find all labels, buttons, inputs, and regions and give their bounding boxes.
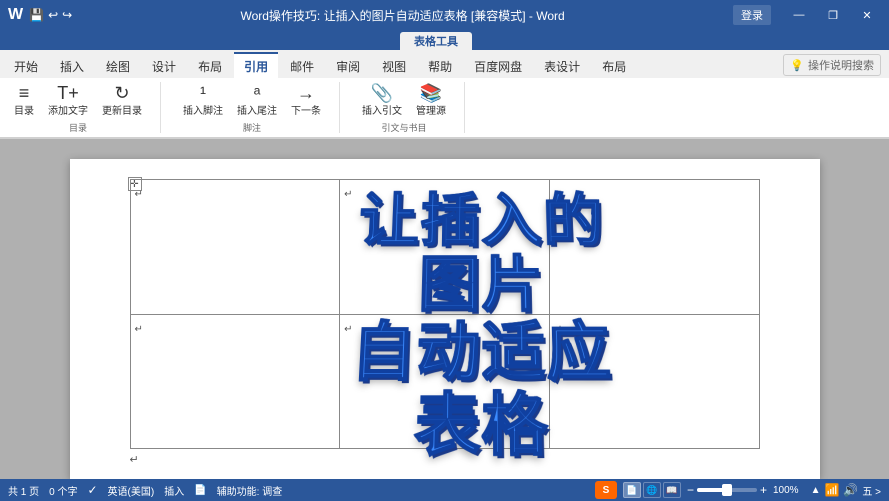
paragraph-mark: ↵ xyxy=(344,189,352,200)
tab-help[interactable]: 帮助 xyxy=(418,52,462,78)
insert-mode-indicator[interactable]: 插入 xyxy=(164,483,184,498)
tab-references[interactable]: 引用 xyxy=(234,52,278,78)
add-text-icon: T+ xyxy=(57,84,79,102)
table-cell-1-2[interactable]: ↵ xyxy=(549,314,759,449)
paragraph-mark: ↵ xyxy=(554,189,562,200)
search-lightbulb-icon: 💡 xyxy=(790,59,804,72)
arrow-up-icon[interactable]: ▲ xyxy=(811,485,821,496)
title-bar-left: W 💾 ↩ ↪ xyxy=(8,6,72,24)
zoom-out-button[interactable]: − xyxy=(687,483,694,497)
page-count: 共 1 页 xyxy=(8,483,39,498)
insert-endnote-button[interactable]: ᵃ 插入尾注 xyxy=(231,82,283,119)
document-page: ✛ ↵ ↵ ↵ ↵ ↵ ↵ ↵ 让插入的图片自动适应表格 xyxy=(70,159,820,479)
read-mode-button[interactable]: 📖 xyxy=(663,482,681,498)
table-cell-0-2[interactable]: ↵ xyxy=(549,180,759,315)
title-bar: W 💾 ↩ ↪ Word操作技巧: 让插入的图片自动适应表格 [兼容模式] - … xyxy=(0,0,889,30)
quick-access-toolbar: 💾 ↩ ↪ xyxy=(29,8,72,22)
restore-button[interactable]: ❐ xyxy=(819,5,847,25)
zoom-level-label[interactable]: 100% xyxy=(773,485,799,496)
tab-baidu[interactable]: 百度网盘 xyxy=(464,52,532,78)
tab-layout[interactable]: 布局 xyxy=(188,52,232,78)
wifi-icon[interactable]: 📶 xyxy=(824,483,839,497)
table-cell-0-1[interactable]: ↵ xyxy=(340,180,550,315)
app-logo-icon: W xyxy=(8,6,23,24)
ribbon-group-toc: ≡ 目录 T+ 添加文字 ↻ 更新目录 目录 xyxy=(8,82,161,133)
sources-icon: 📚 xyxy=(420,84,442,102)
manage-sources-button[interactable]: 📚 管理源 xyxy=(410,82,452,119)
tab-draw[interactable]: 绘图 xyxy=(96,52,140,78)
print-layout-button[interactable]: 📄 xyxy=(623,482,641,498)
paragraph-mark: ↵ xyxy=(135,324,143,335)
ribbon: 开始 插入 绘图 设计 布局 引用 邮件 审阅 视图 帮助 百度网盘 表设计 布… xyxy=(0,50,889,139)
add-text-button[interactable]: T+ 添加文字 xyxy=(42,82,94,119)
context-tab-table-tools[interactable]: 表格工具 xyxy=(400,32,472,50)
volume-icon[interactable]: 🔊 xyxy=(843,483,858,497)
toc-group-label: 目录 xyxy=(69,121,87,134)
tab-home[interactable]: 开始 xyxy=(4,52,48,78)
doc-paragraph-mark: ↵ xyxy=(130,453,760,466)
zoom-in-button[interactable]: + xyxy=(760,483,767,497)
status-bar: 共 1 页 0 个字 ✓ 英语(美国) 插入 📄 辅助功能: 调查 S 📄 🌐 … xyxy=(0,479,889,501)
sogou-input-icon[interactable]: S xyxy=(595,481,617,499)
tab-review[interactable]: 审阅 xyxy=(326,52,370,78)
toc-button[interactable]: ≡ 目录 xyxy=(8,82,40,119)
update-toc-button[interactable]: ↻ 更新目录 xyxy=(96,82,148,119)
accessibility-label[interactable]: 辅助功能: 调查 xyxy=(217,483,283,498)
language-indicator[interactable]: 英语(美国) xyxy=(108,483,155,498)
search-label: 操作说明搜索 xyxy=(808,57,874,73)
window-title: Word操作技巧: 让插入的图片自动适应表格 [兼容模式] - Word xyxy=(72,7,733,24)
paragraph-mark: ↵ xyxy=(554,324,562,335)
next-footnote-icon: → xyxy=(297,84,315,102)
table-cell-1-0[interactable]: ↵ xyxy=(130,314,340,449)
citation-icon: 📎 xyxy=(371,84,393,102)
document-area: ✛ ↵ ↵ ↵ ↵ ↵ ↵ ↵ 让插入的图片自动适应表格 xyxy=(0,139,889,479)
ribbon-tab-list: 开始 插入 绘图 设计 布局 引用 邮件 审阅 视图 帮助 百度网盘 表设计 布… xyxy=(0,50,889,78)
tab-mailings[interactable]: 邮件 xyxy=(280,52,324,78)
word-table: ↵ ↵ ↵ ↵ ↵ ↵ xyxy=(130,179,760,449)
close-button[interactable]: ✕ xyxy=(853,5,881,25)
view-mode-buttons: 📄 🌐 📖 xyxy=(623,482,681,498)
clock: 五 > xyxy=(862,483,881,498)
toc-icon: ≡ xyxy=(19,84,30,102)
ribbon-group-footnotes: ¹ 插入脚注 ᵃ 插入尾注 → 下一条 脚注 xyxy=(177,82,340,133)
table-cell-1-1[interactable]: ↵ xyxy=(340,314,550,449)
tab-insert[interactable]: 插入 xyxy=(50,52,94,78)
undo-icon[interactable]: ↩ xyxy=(48,8,58,22)
zoom-bar xyxy=(697,488,757,492)
status-bar-right: S 📄 🌐 📖 − + 100% ▲ 📶 🔊 五 > xyxy=(595,481,881,499)
insert-citation-button[interactable]: 📎 插入引文 xyxy=(356,82,408,119)
tab-view[interactable]: 视图 xyxy=(372,52,416,78)
ribbon-group-citations: 📎 插入引文 📚 管理源 引文与书目 xyxy=(356,82,465,133)
tab-table-design[interactable]: 表设计 xyxy=(534,52,590,78)
tab-table-layout[interactable]: 布局 xyxy=(592,52,636,78)
web-layout-button[interactable]: 🌐 xyxy=(643,482,661,498)
tab-design[interactable]: 设计 xyxy=(142,52,186,78)
next-footnote-button[interactable]: → 下一条 xyxy=(285,82,327,119)
zoom-slider[interactable]: − + xyxy=(687,483,767,497)
endnote-icon: ᵃ xyxy=(254,84,261,102)
table-cell-0-0[interactable]: ↵ xyxy=(130,180,340,315)
footnotes-group-label: 脚注 xyxy=(243,121,261,134)
redo-icon[interactable]: ↪ xyxy=(62,8,72,22)
ribbon-search-box[interactable]: 💡 操作说明搜索 xyxy=(783,54,881,76)
document-table: ↵ ↵ ↵ ↵ ↵ ↵ ↵ xyxy=(130,179,760,449)
update-toc-icon: ↻ xyxy=(114,84,129,102)
context-tab-bar: 表格工具 xyxy=(0,30,889,50)
paragraph-mark: ↵ xyxy=(344,324,352,335)
spell-check-icon[interactable]: ✓ xyxy=(87,483,97,497)
paragraph-mark: ↵ xyxy=(135,189,143,200)
status-bar-left: 共 1 页 0 个字 ✓ 英语(美国) 插入 📄 辅助功能: 调查 xyxy=(8,483,282,498)
taskbar-area: ▲ 📶 🔊 五 > xyxy=(811,483,881,498)
insert-footnote-button[interactable]: ¹ 插入脚注 xyxy=(177,82,229,119)
ribbon-content: ≡ 目录 T+ 添加文字 ↻ 更新目录 目录 ¹ 插入脚注 xyxy=(0,78,889,138)
citations-group-label: 引文与书目 xyxy=(381,121,426,134)
char-count: 0 个字 xyxy=(49,483,77,498)
page-indicator: 📄 xyxy=(194,485,206,496)
login-button[interactable]: 登录 xyxy=(733,5,771,25)
save-icon[interactable]: 💾 xyxy=(29,8,44,22)
footnote-icon: ¹ xyxy=(200,84,206,102)
minimize-button[interactable]: — xyxy=(785,5,813,25)
zoom-handle[interactable] xyxy=(722,484,732,496)
